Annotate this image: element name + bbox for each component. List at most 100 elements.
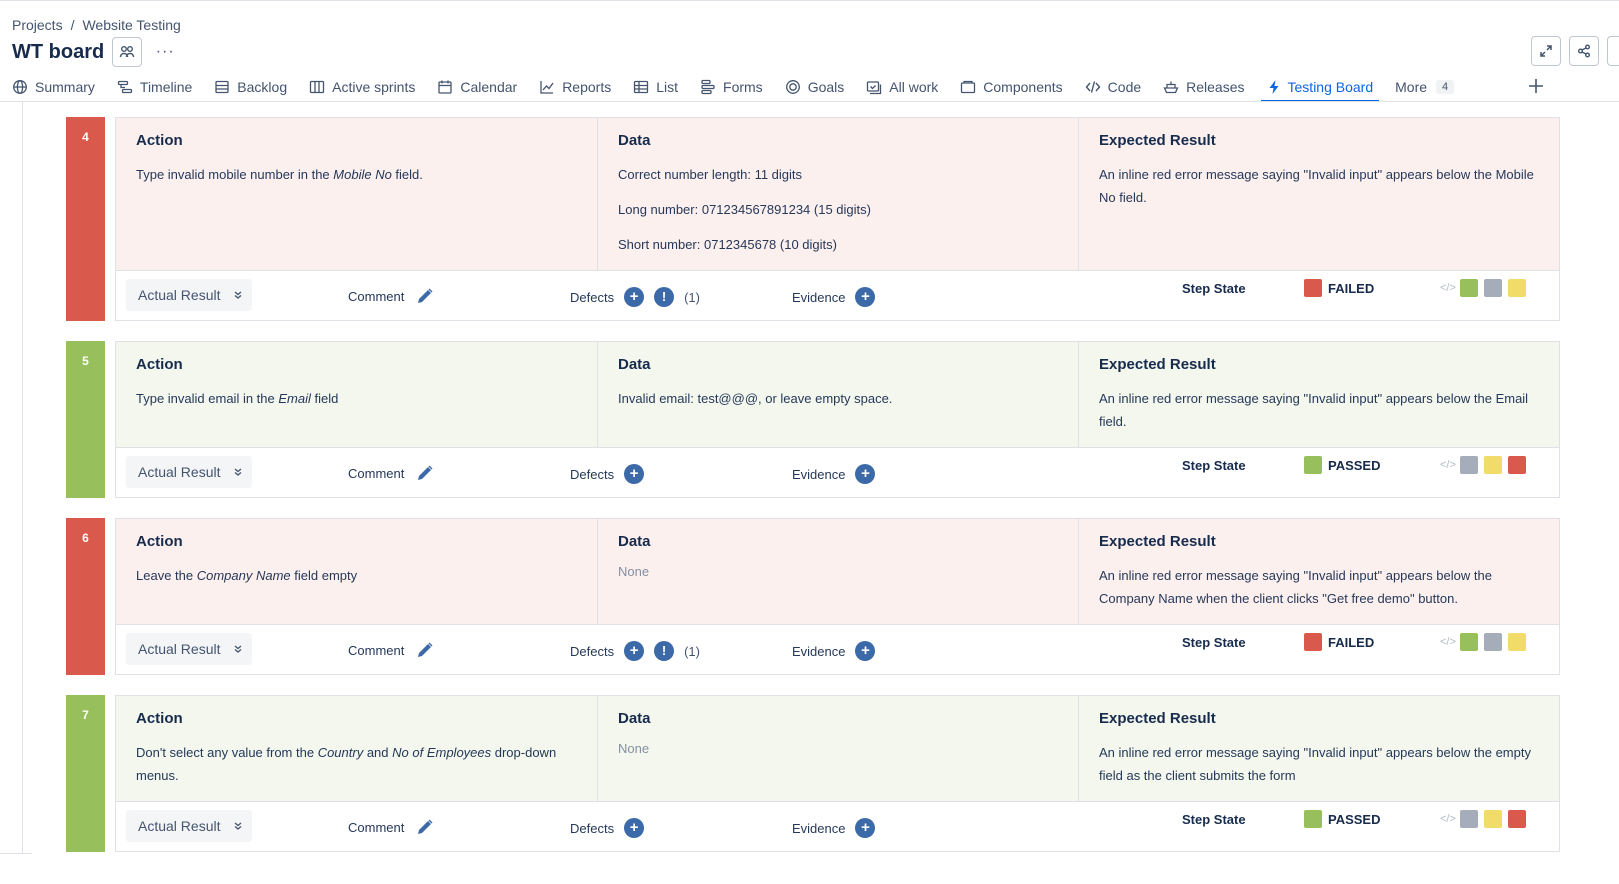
tab-more[interactable]: More 4 (1395, 74, 1455, 100)
pencil-icon[interactable] (416, 641, 434, 659)
set-pending-button[interactable] (1508, 279, 1526, 297)
pencil-icon[interactable] (416, 818, 434, 836)
tab-reports[interactable]: Reports (539, 74, 611, 100)
action-column[interactable]: Action Don't select any value from the C… (116, 696, 598, 801)
tab-timeline[interactable]: Timeline (117, 74, 192, 100)
evidence-control: Evidence + (792, 464, 876, 484)
tab-label: Components (983, 79, 1063, 95)
data-column[interactable]: Data Invalid email: test@@@, or leave em… (598, 342, 1079, 447)
defect-alert-icon[interactable]: ! (654, 641, 675, 661)
breadcrumb-website-testing[interactable]: Website Testing (82, 16, 180, 34)
team-icon[interactable] (112, 37, 143, 67)
action-column[interactable]: Action Type invalid mobile number in the… (116, 118, 598, 270)
comment-control[interactable]: Comment (348, 641, 434, 659)
set-failed-button[interactable] (1508, 456, 1526, 474)
code-icon[interactable]: </> (1440, 636, 1456, 648)
tab-goals[interactable]: Goals (785, 74, 844, 100)
comment-control[interactable]: Comment (348, 464, 434, 482)
data-column[interactable]: Data None (598, 696, 1079, 801)
expected-column[interactable]: Expected Result An inline red error mess… (1079, 519, 1559, 624)
expected-column[interactable]: Expected Result An inline red error mess… (1079, 342, 1559, 447)
pencil-icon[interactable] (416, 287, 434, 305)
tab-label: Releases (1186, 79, 1245, 95)
actual-result-button[interactable]: Actual Result (126, 810, 252, 842)
tab-label: Reports (562, 79, 612, 95)
more-actions-icon[interactable]: ··· (150, 43, 180, 61)
defects-control: Defects + ! (1) (570, 641, 700, 661)
add-evidence-icon[interactable]: + (855, 464, 876, 484)
data-line: Short number: 0712345678 (10 digits) (618, 237, 837, 252)
evidence-label: Evidence (792, 820, 846, 836)
set-passed-button[interactable] (1460, 633, 1478, 651)
tab-code[interactable]: Code (1085, 74, 1141, 100)
action-column[interactable]: Action Leave the Company Name field empt… (116, 519, 598, 624)
tab-testing-board[interactable]: Testing Board (1260, 74, 1379, 102)
set-passed-button[interactable] (1460, 279, 1478, 297)
tab-list[interactable]: List (633, 74, 678, 100)
set-failed-button[interactable] (1508, 810, 1526, 828)
step-state-value[interactable]: PASSED (1304, 810, 1381, 828)
set-pending-button[interactable] (1484, 810, 1502, 828)
tab-active-sprints[interactable]: Active sprints (309, 74, 415, 100)
step-state-value[interactable]: FAILED (1304, 633, 1374, 651)
data-column[interactable]: Data None (598, 519, 1079, 624)
actual-result-button[interactable]: Actual Result (126, 633, 252, 665)
tab-backlog[interactable]: Backlog (214, 74, 287, 100)
tab-releases[interactable]: Releases (1163, 74, 1245, 100)
step-state-label: Step State (1182, 812, 1246, 827)
set-blocked-button[interactable] (1460, 810, 1478, 828)
step-state-value[interactable]: PASSED (1304, 456, 1381, 474)
data-column[interactable]: Data Correct number length: 11 digits Lo… (598, 118, 1079, 270)
add-evidence-icon[interactable]: + (855, 641, 876, 661)
add-defect-icon[interactable]: + (624, 818, 645, 838)
set-pending-button[interactable] (1484, 456, 1502, 474)
state-options: </> (1440, 456, 1526, 474)
actual-result-button[interactable]: Actual Result (126, 456, 252, 488)
action-column[interactable]: Action Type invalid email in the Email f… (116, 342, 598, 447)
action-heading: Action (136, 533, 183, 550)
comment-label: Comment (348, 642, 405, 658)
feedback-button[interactable] (1607, 36, 1619, 66)
pencil-icon[interactable] (416, 464, 434, 482)
defect-count: (1) (684, 643, 700, 659)
share-icon[interactable] (1569, 36, 1599, 66)
breadcrumb-projects[interactable]: Projects (12, 16, 63, 34)
tab-summary[interactable]: Summary (12, 74, 95, 100)
step-state-label: Step State (1182, 281, 1246, 296)
comment-control[interactable]: Comment (348, 287, 434, 305)
comment-control[interactable]: Comment (348, 818, 434, 836)
expand-icon[interactable] (1531, 36, 1561, 66)
tab-label: Active sprints (332, 79, 416, 95)
tab-all-work[interactable]: All work (866, 74, 938, 100)
action-heading: Action (136, 132, 183, 149)
add-tab-icon[interactable] (1526, 76, 1546, 96)
add-defect-icon[interactable]: + (624, 287, 645, 307)
set-blocked-button[interactable] (1460, 456, 1478, 474)
set-blocked-button[interactable] (1484, 633, 1502, 651)
set-pending-button[interactable] (1508, 633, 1526, 651)
step-state-value[interactable]: FAILED (1304, 279, 1374, 297)
set-blocked-button[interactable] (1484, 279, 1502, 297)
actual-result-button[interactable]: Actual Result (126, 279, 252, 311)
add-defect-icon[interactable]: + (624, 464, 645, 484)
data-text: Correct number length: 11 digits Long nu… (618, 163, 1058, 256)
tab-forms[interactable]: Forms (700, 74, 763, 100)
code-icon[interactable]: </> (1440, 459, 1456, 471)
tab-components[interactable]: Components (960, 74, 1063, 100)
expected-text: An inline red error message saying "Inva… (1099, 568, 1492, 606)
action-heading: Action (136, 356, 183, 373)
data-line: Invalid email: test@@@, or leave empty s… (618, 391, 893, 406)
code-icon[interactable]: </> (1440, 813, 1456, 825)
globe-icon (13, 80, 27, 94)
add-evidence-icon[interactable]: + (855, 287, 876, 307)
add-evidence-icon[interactable]: + (855, 818, 876, 838)
code-icon[interactable]: </> (1440, 282, 1456, 294)
defect-alert-icon[interactable]: ! (654, 287, 675, 307)
step-columns: Action Leave the Company Name field empt… (116, 519, 1559, 624)
expected-column[interactable]: Expected Result An inline red error mess… (1079, 118, 1559, 270)
tab-calendar[interactable]: Calendar (437, 74, 517, 100)
add-defect-icon[interactable]: + (624, 641, 645, 661)
page-title: WT board (12, 40, 105, 63)
state-text: FAILED (1328, 634, 1375, 650)
expected-column[interactable]: Expected Result An inline red error mess… (1079, 696, 1559, 801)
